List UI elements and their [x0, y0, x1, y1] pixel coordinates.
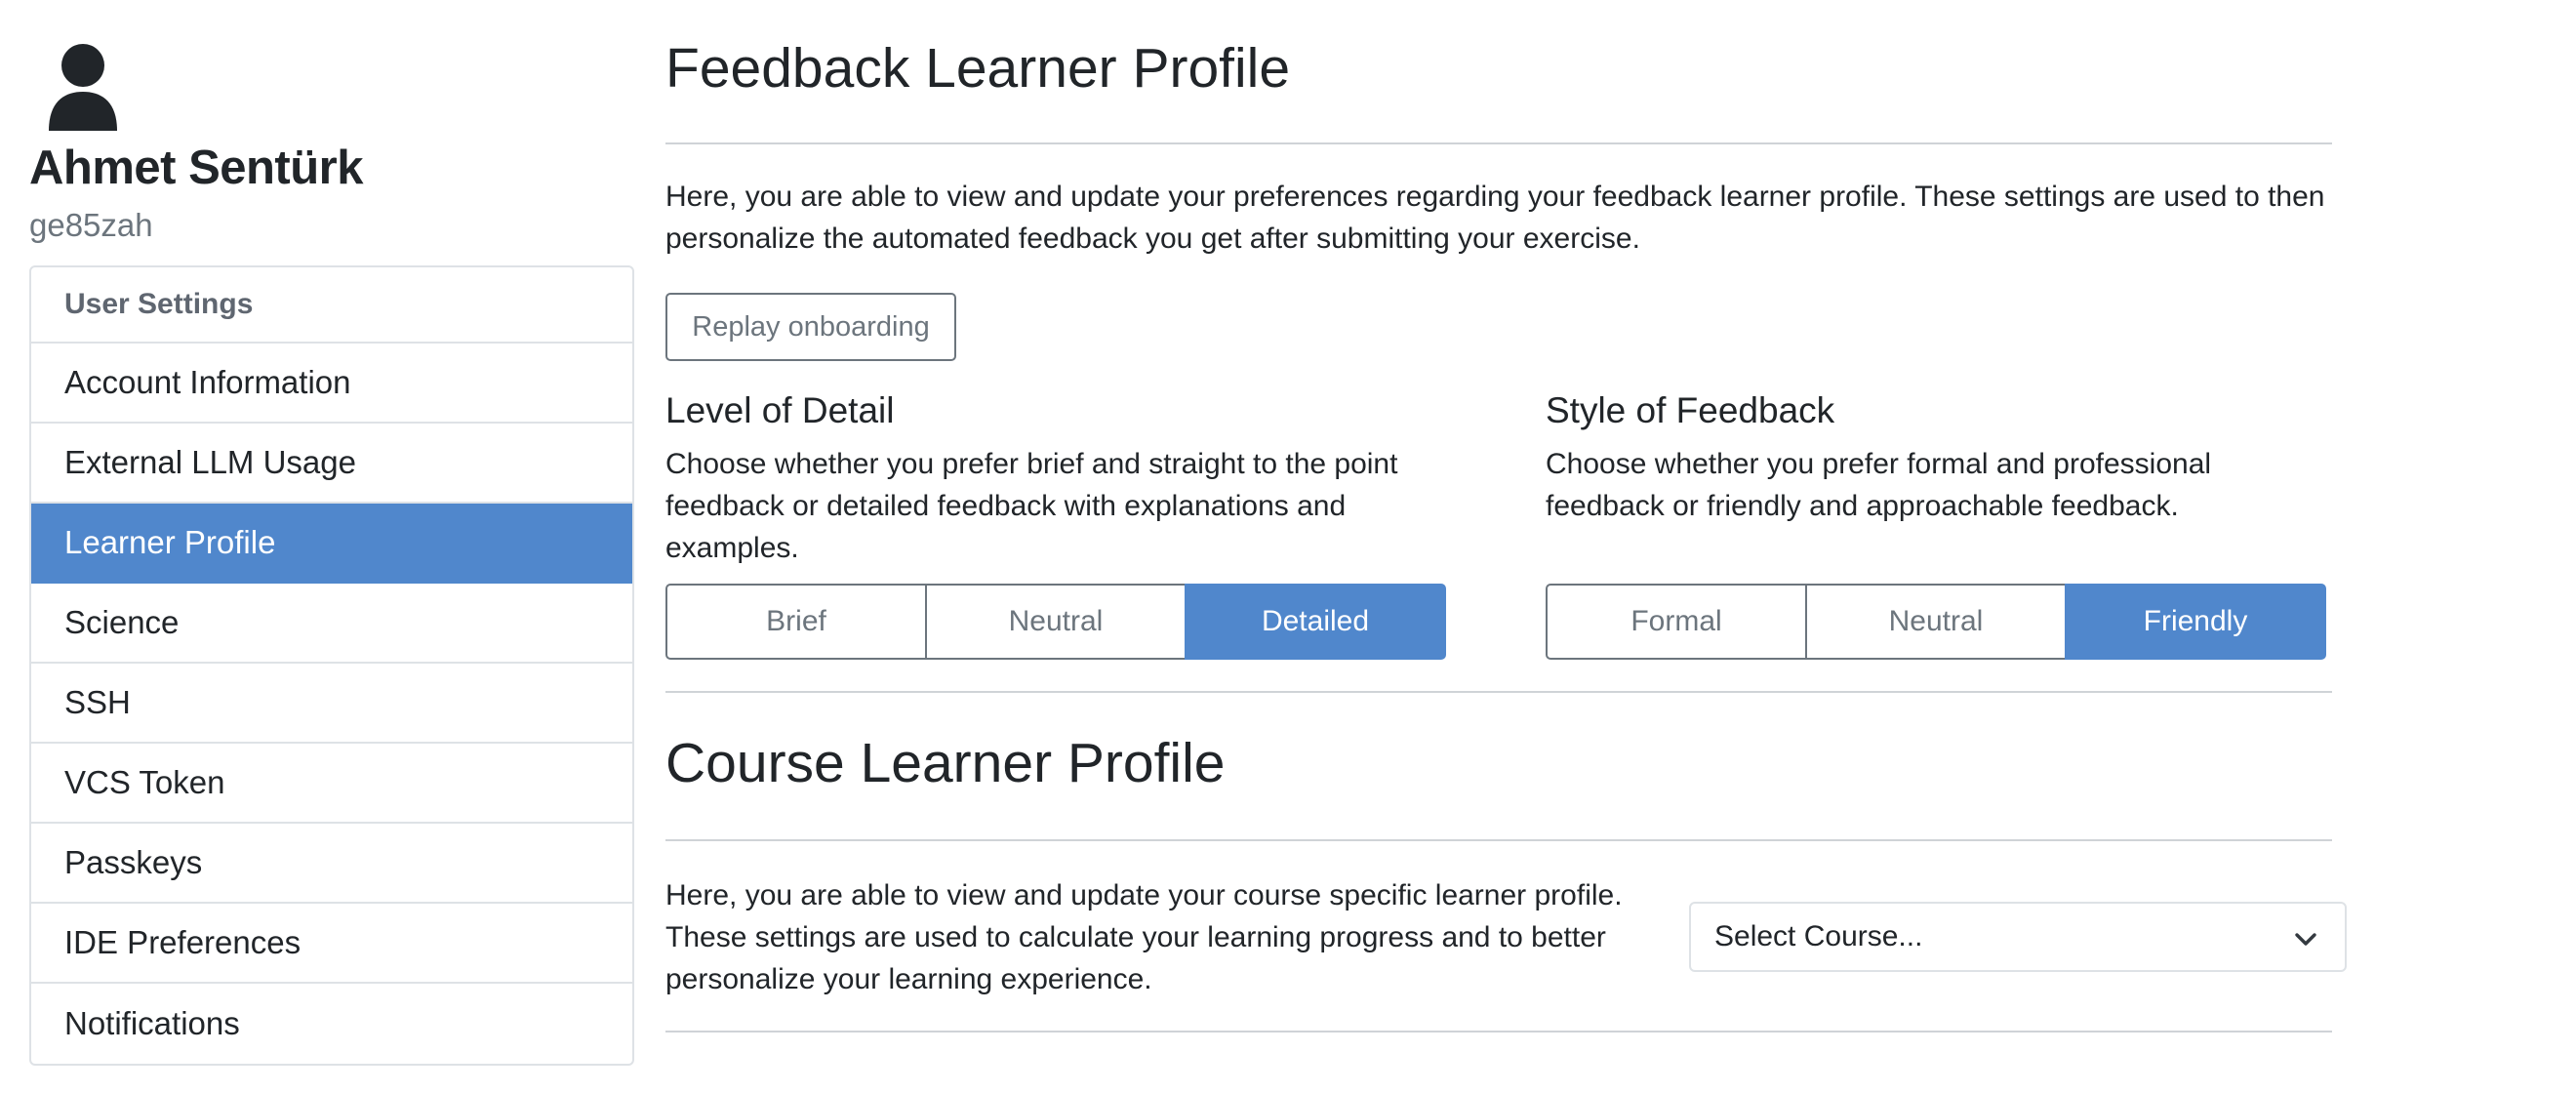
chevron-down-icon — [2295, 933, 2316, 946]
feedback-profile-title: Feedback Learner Profile — [665, 37, 1291, 100]
section-divider — [665, 691, 2332, 693]
course-profile-title: Course Learner Profile — [665, 732, 1226, 794]
user-name: Ahmet Sentürk — [29, 142, 364, 194]
bottom-divider — [665, 1031, 2332, 1032]
sidebar-item-passkeys[interactable]: Passkeys — [31, 824, 632, 904]
settings-sidebar: Ahmet Sentürk ge85zah User Settings Acco… — [29, 41, 634, 1066]
sidebar-item-learner-profile[interactable]: Learner Profile — [31, 504, 632, 584]
style-of-feedback-description: Choose whether you prefer formal and pro… — [1546, 448, 2212, 522]
sidebar-item-external-llm-usage[interactable]: External LLM Usage — [31, 424, 632, 504]
style-of-feedback-title: Style of Feedback — [1546, 390, 1835, 430]
course-select[interactable]: Select Course... — [1689, 902, 2347, 972]
level-of-detail-section: Level of Detail Choose whether you prefe… — [665, 388, 1466, 569]
course-profile-description: Here, you are able to view and update yo… — [665, 879, 1623, 995]
sidebar-item-vcs-token[interactable]: VCS Token — [31, 744, 632, 824]
course-title-divider — [665, 839, 2332, 841]
level-of-detail-title: Level of Detail — [665, 390, 895, 430]
sidebar-item-notifications[interactable]: Notifications — [31, 984, 632, 1064]
sidebar-item-ide-preferences[interactable]: IDE Preferences — [31, 904, 632, 984]
sidebar-item-account-information[interactable]: Account Information — [31, 344, 632, 424]
sidebar-item-ssh[interactable]: SSH — [31, 664, 632, 744]
style-friendly-button[interactable]: Friendly — [2065, 584, 2326, 660]
avatar-icon — [49, 44, 117, 131]
settings-nav-list: User Settings Account Information Extern… — [29, 265, 634, 1066]
detail-detailed-button[interactable]: Detailed — [1185, 584, 1446, 660]
course-select-value: Select Course... — [1714, 920, 1923, 952]
detail-brief-button[interactable]: Brief — [665, 584, 927, 660]
feedback-profile-description: Here, you are able to view and update yo… — [665, 181, 2325, 255]
style-of-feedback-section: Style of Feedback Choose whether you pre… — [1546, 388, 2332, 527]
style-neutral-button[interactable]: Neutral — [1805, 584, 2067, 660]
sidebar-item-science[interactable]: Science — [31, 584, 632, 664]
detail-neutral-button[interactable]: Neutral — [925, 584, 1187, 660]
user-login: ge85zah — [29, 207, 153, 243]
style-formal-button[interactable]: Formal — [1546, 584, 1807, 660]
replay-onboarding-button[interactable]: Replay onboarding — [665, 293, 956, 361]
style-of-feedback-button-group: Formal Neutral Friendly — [1546, 584, 2326, 660]
level-of-detail-description: Choose whether you prefer brief and stra… — [665, 448, 1398, 564]
level-of-detail-button-group: Brief Neutral Detailed — [665, 584, 1446, 660]
feedback-title-divider — [665, 142, 2332, 144]
settings-list-header: User Settings — [31, 267, 632, 344]
